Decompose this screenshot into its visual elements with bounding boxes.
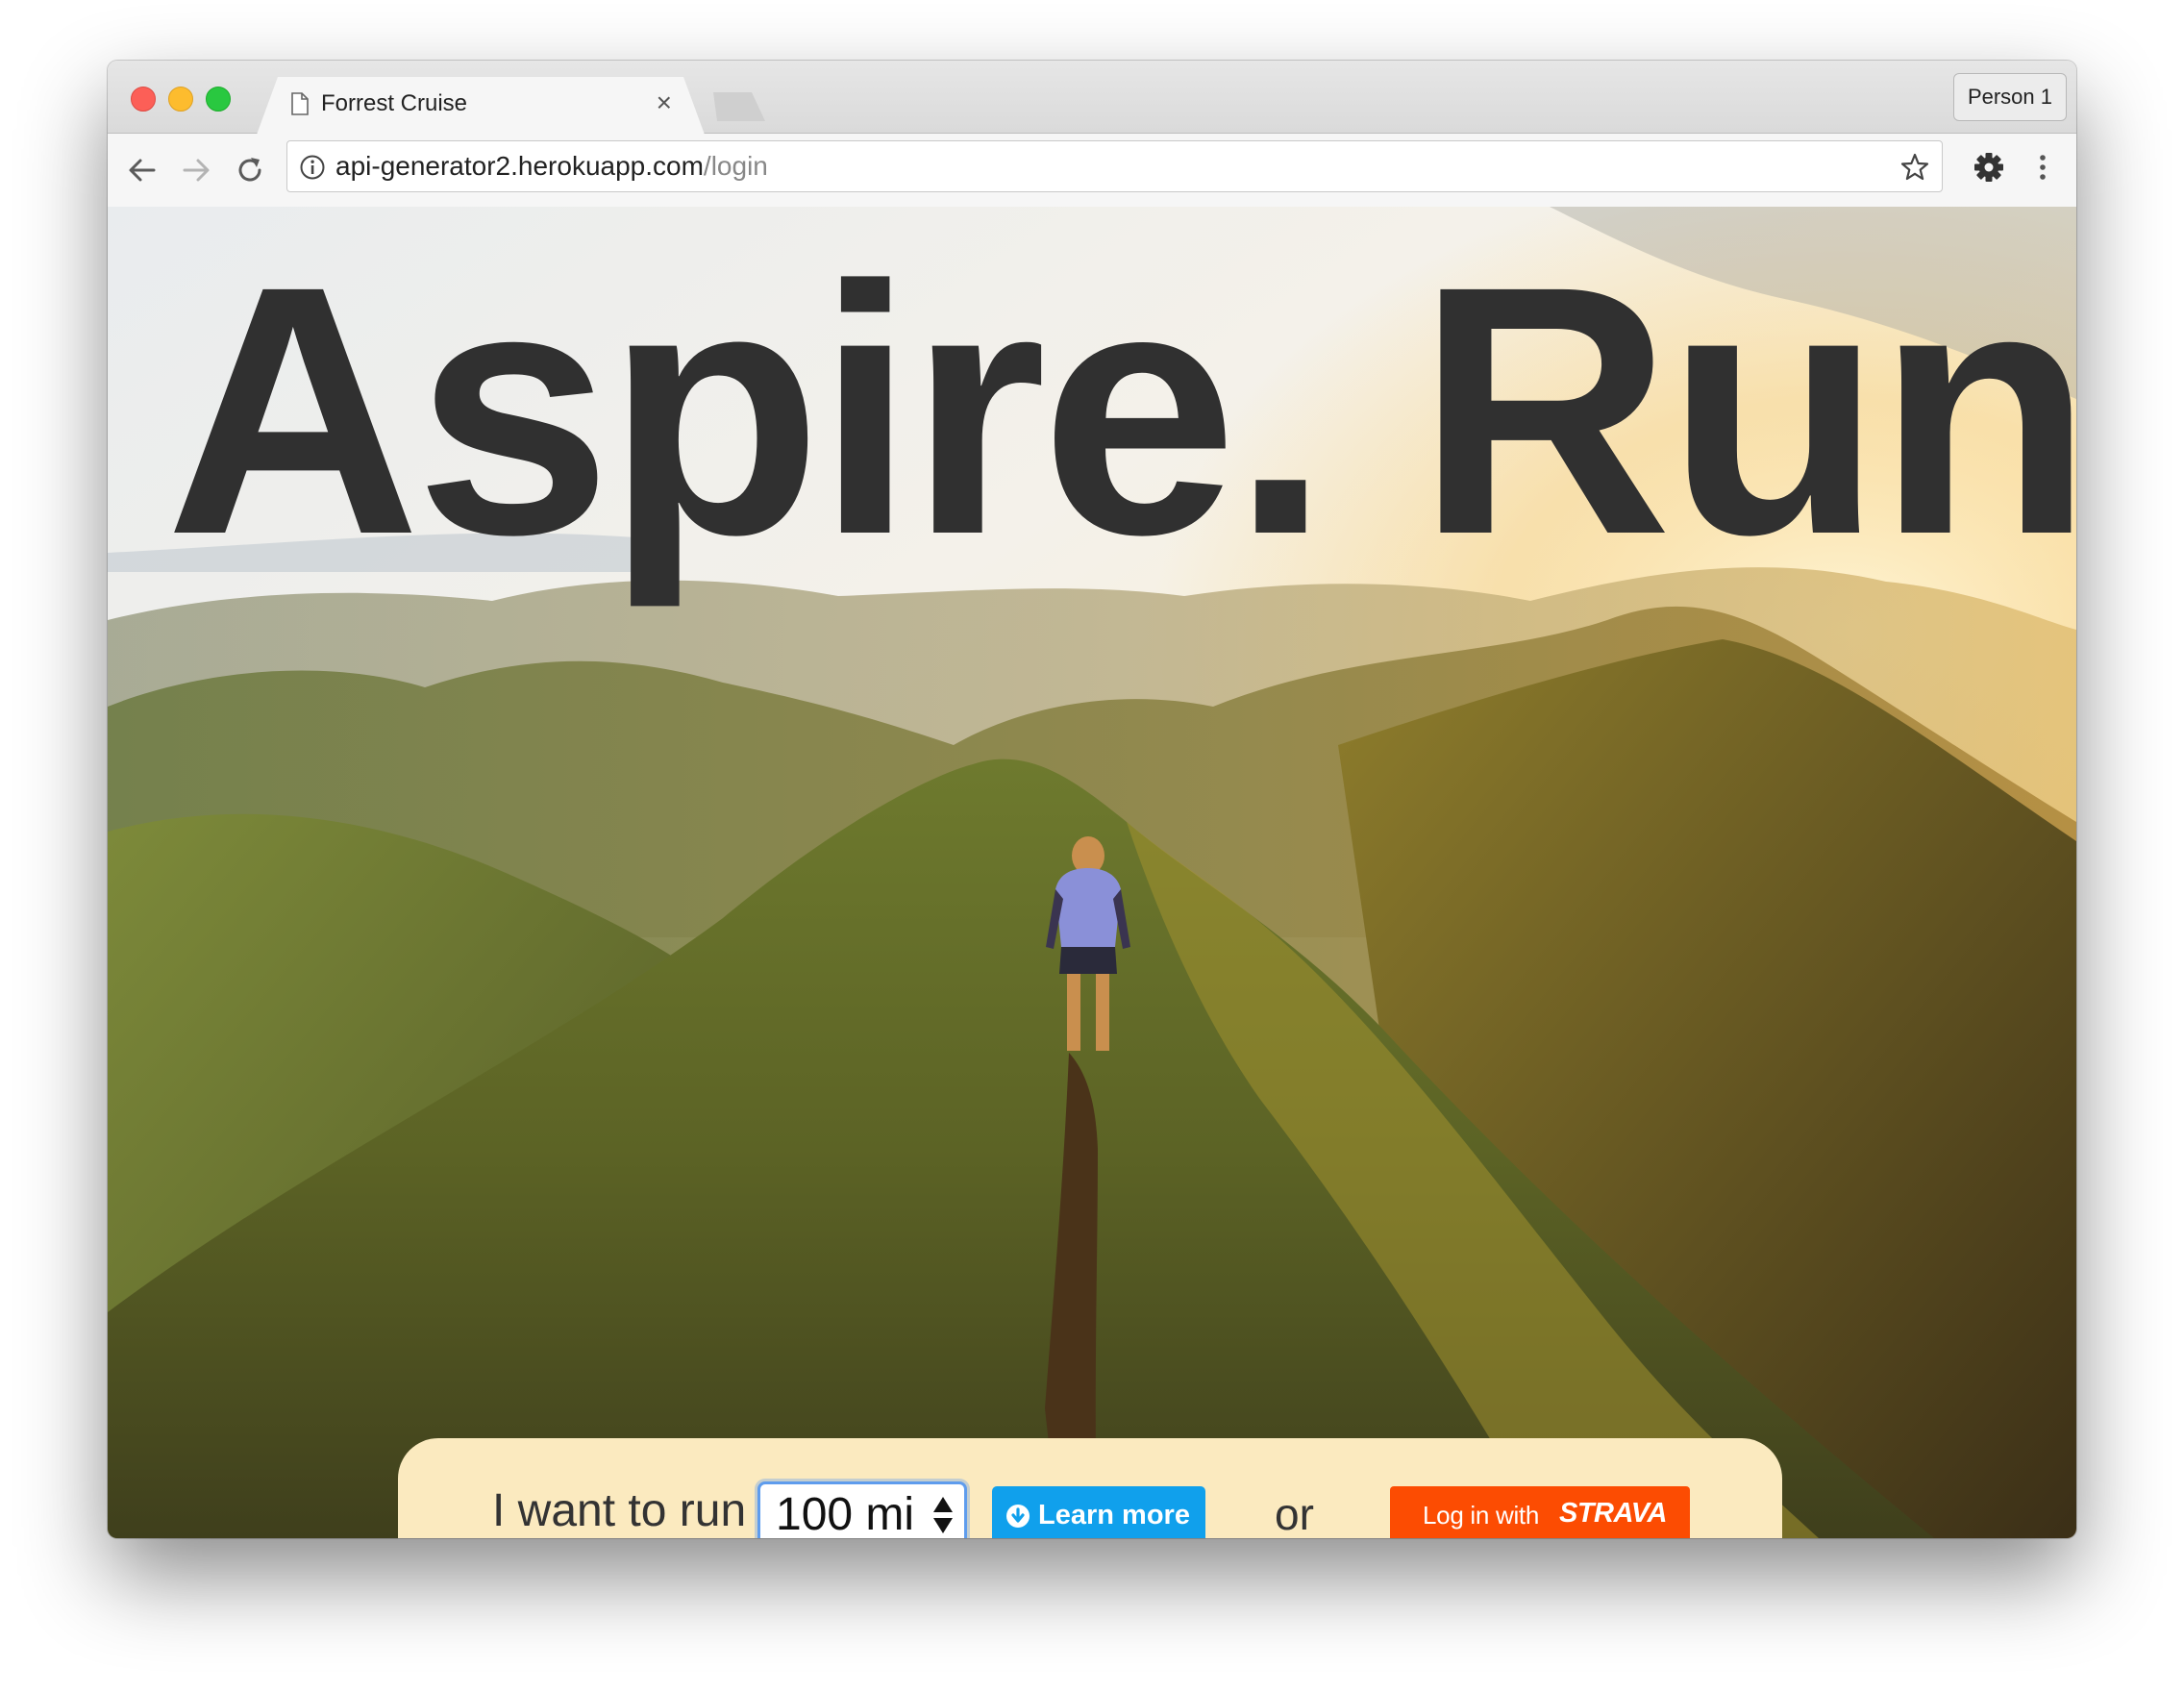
profile-button[interactable]: Person 1 [1952,73,2067,121]
gear-icon[interactable] [1973,151,2005,184]
page-icon [291,92,309,115]
learn-more-button[interactable]: Learn more [992,1486,1205,1538]
strava-login-label: Log in with [1423,1501,1539,1530]
learn-more-label: Learn more [1038,1500,1190,1530]
strava-login-button[interactable]: Log in with STRAVA [1390,1486,1690,1538]
window-close-button[interactable] [131,87,156,112]
page-viewport: Aspire. Run. I want to run 100 mi Learn … [108,207,2076,1538]
info-icon[interactable] [299,154,326,181]
strava-logo: STRAVA [1559,1498,1667,1529]
url-host: api-generator2.herokuapp.com [335,151,704,181]
star-icon[interactable] [1899,152,1930,183]
reload-icon[interactable] [233,153,267,187]
hero-headline: Aspire. Run. [165,212,2076,608]
tab-close-icon[interactable]: × [657,87,672,118]
url-path: /login [703,151,768,181]
distance-select[interactable]: 100 mi [757,1481,967,1538]
goal-prompt: I want to run [492,1485,747,1536]
url-text[interactable]: api-generator2.herokuapp.com/login [335,151,768,182]
goal-panel: I want to run 100 mi Learn more or Log i… [398,1438,1782,1538]
select-arrows-icon [933,1497,953,1533]
window-maximize-button[interactable] [206,87,231,112]
menu-dots-icon[interactable] [2026,151,2059,184]
arrow-circle-down-icon [1006,1505,1030,1528]
forward-arrow-icon[interactable] [179,153,213,187]
new-tab-button[interactable] [704,92,765,121]
window-minimize-button[interactable] [168,87,193,112]
distance-select-value: 100 mi [776,1489,915,1538]
or-separator: or [1275,1489,1314,1538]
browser-window: Forrest Cruise × Person 1 api-generator2… [108,61,2076,1538]
address-bar[interactable]: api-generator2.herokuapp.com/login [286,140,1943,192]
browser-toolbar: api-generator2.herokuapp.com/login [108,134,2076,208]
tab-forrest-cruise[interactable]: Forrest Cruise × [257,77,705,135]
back-arrow-icon[interactable] [125,153,160,187]
tab-strip: Forrest Cruise × Person 1 [108,61,2076,134]
tab-title: Forrest Cruise [321,90,468,116]
